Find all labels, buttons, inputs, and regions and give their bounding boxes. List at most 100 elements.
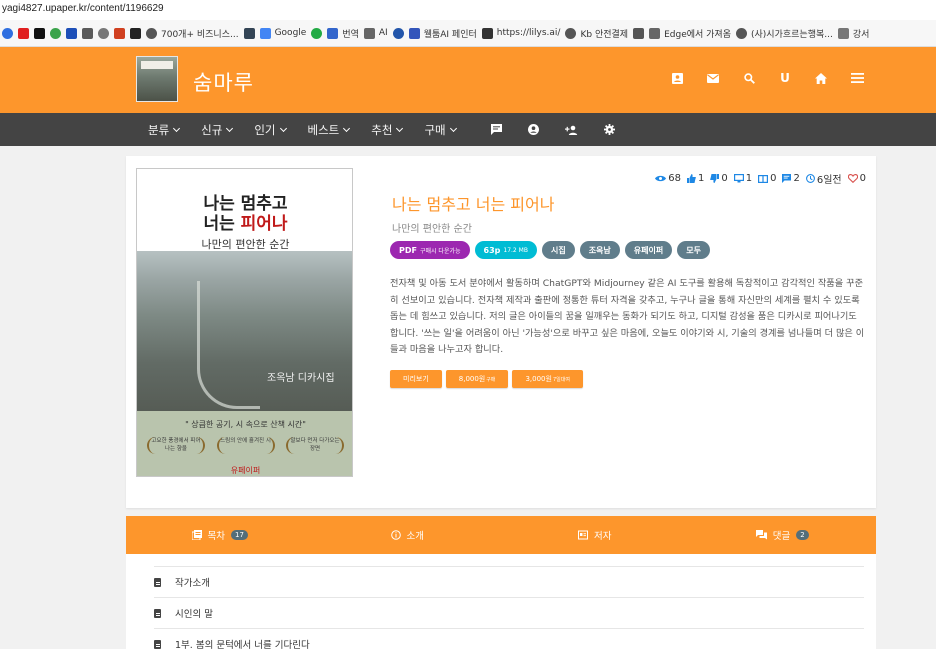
bookmark-item[interactable] — [2, 27, 13, 39]
bookmark-item[interactable]: 번역 — [327, 27, 359, 40]
book-cover[interactable]: 나는 멈추고 너는 피어나 나만의 편안한 순간 조옥남 디카시집 " 상큼한 … — [136, 168, 353, 477]
tab-intro[interactable]: 소개 — [314, 516, 502, 554]
nav-item-new[interactable]: 신규 — [201, 122, 234, 138]
settings-icon[interactable] — [603, 124, 615, 135]
views-count: 68 — [668, 173, 681, 184]
hearts-stat[interactable]: 0 — [847, 173, 866, 184]
bookmark-item[interactable] — [243, 27, 255, 39]
account-box-icon[interactable] — [670, 71, 684, 85]
book-tags: PDF 구매시 다운가능 63p 17.2 MB 시집 조옥남 유페이퍼 모두 — [390, 241, 710, 259]
mail-icon[interactable] — [706, 71, 720, 85]
bookmark-favicon-icon — [243, 27, 255, 39]
dislikes-stat[interactable]: 0 — [710, 173, 728, 184]
bookmark-item[interactable] — [98, 27, 109, 39]
tag-pdf[interactable]: PDF 구매시 다운가능 — [390, 241, 470, 259]
cover-publisher: 유페이퍼 — [230, 466, 261, 475]
toc-list: 작가소개 시인의 말 1부. 봄의 문턱에서 너를 기다린다 — [126, 554, 876, 649]
eye-icon — [655, 175, 667, 182]
nav-item-best[interactable]: 베스트 — [307, 122, 351, 138]
bookmark-item[interactable]: Kb 안전결제 — [565, 27, 628, 40]
tag-audience[interactable]: 모두 — [677, 241, 710, 259]
bookmark-favicon-icon — [82, 27, 93, 39]
bookmark-item[interactable] — [633, 27, 645, 39]
menu-icon[interactable] — [850, 71, 864, 85]
books-count: 0 — [770, 173, 777, 184]
bookmark-item[interactable] — [66, 27, 77, 39]
tab-toc[interactable]: 목차 17 — [126, 516, 314, 554]
tab-author[interactable]: 저자 — [501, 516, 689, 554]
address-bar[interactable]: yagi4827.upaper.kr/content/1196629 — [0, 0, 936, 20]
buy-button[interactable]: 8,000원 구매 — [445, 370, 509, 388]
bookmark-item[interactable]: AI — [363, 27, 388, 39]
document-icon — [154, 639, 161, 649]
laurel-badge: 고요한 풍경에서 피어나는 향울 — [147, 437, 205, 455]
bookmark-favicon-icon — [311, 27, 323, 39]
toc-item[interactable]: 시인의 말 — [154, 597, 864, 628]
toc-item[interactable]: 1부. 봄의 문턱에서 너를 기다린다 — [154, 628, 864, 649]
thumbs-down-icon — [710, 174, 720, 183]
bookmark-item[interactable] — [114, 27, 125, 39]
tab-badge: 17 — [231, 530, 248, 540]
bookmark-favicon-icon — [259, 27, 271, 39]
nav-item-category[interactable]: 분류 — [148, 122, 181, 138]
tag-pages-label: 63p — [483, 245, 501, 255]
tab-badge: 2 — [796, 530, 809, 540]
comments-stat: 2 — [782, 173, 800, 184]
chevron-down-icon — [173, 124, 181, 132]
nav-item-popular[interactable]: 인기 — [254, 122, 287, 138]
site-logo[interactable] — [136, 56, 178, 102]
bookmark-favicon-icon — [327, 27, 339, 39]
search-icon[interactable] — [742, 71, 756, 85]
comments-count: 2 — [793, 173, 800, 184]
tag-author[interactable]: 조옥남 — [579, 241, 620, 259]
bookmark-item[interactable] — [34, 27, 45, 39]
tag-genre[interactable]: 시집 — [541, 241, 575, 259]
screens-stat: 1 — [733, 173, 753, 184]
bookmark-item[interactable]: (사)시가흐르는행복... — [736, 27, 833, 40]
add-user-icon[interactable] — [564, 125, 578, 135]
nav-label: 분류 — [148, 122, 170, 137]
bookmark-item[interactable]: 강서 — [837, 27, 869, 40]
bookmark-item[interactable]: 웰툼AI 페인터 — [408, 27, 477, 40]
thumbs-up-icon — [686, 174, 696, 183]
bookmark-item[interactable]: 700개+ 비즈니스... — [146, 27, 239, 40]
book-open-icon — [758, 174, 769, 183]
toc-item[interactable]: 작가소개 — [154, 566, 864, 597]
bookmark-favicon-icon — [633, 27, 645, 39]
bookmark-item[interactable] — [50, 27, 61, 39]
user-circle-icon[interactable] — [527, 124, 539, 135]
tab-comments[interactable]: 댓글 2 — [689, 516, 877, 554]
monitor-icon — [733, 174, 744, 183]
chat-icon[interactable] — [490, 124, 502, 135]
nav-label: 추천 — [371, 122, 393, 137]
bookmark-favicon-icon — [34, 27, 45, 39]
bookmark-item[interactable]: Edge에서 가져옴 — [649, 27, 731, 40]
bookmark-item[interactable] — [18, 27, 29, 39]
bookmark-item[interactable] — [130, 27, 141, 39]
tag-pages: 63p 17.2 MB — [474, 241, 537, 259]
bookmark-favicon-icon — [837, 27, 849, 39]
bookmark-favicon-icon — [649, 27, 661, 39]
bookmark-item[interactable]: https://lilys.ai/ — [481, 27, 560, 39]
nav-label: 신규 — [201, 122, 223, 137]
bookmark-label: 번역 — [342, 29, 359, 40]
bookmark-label: Google — [274, 28, 307, 38]
bookmark-item[interactable] — [311, 27, 323, 39]
preview-button[interactable]: 미리보기 — [390, 370, 442, 388]
nav-item-purchase[interactable]: 구매 — [424, 122, 457, 138]
bookmark-item[interactable] — [82, 27, 93, 39]
nav-item-recommend[interactable]: 추천 — [371, 122, 404, 138]
bookmark-item[interactable]: Google — [259, 27, 307, 39]
home-icon[interactable] — [814, 71, 828, 85]
bookmark-item[interactable] — [392, 27, 404, 39]
document-icon — [154, 577, 161, 587]
screens-count: 1 — [745, 173, 753, 184]
likes-stat[interactable]: 1 — [686, 173, 704, 184]
cover-photo — [137, 251, 352, 411]
rent-button[interactable]: 3,000원 7일대여 — [512, 370, 583, 388]
tag-publisher[interactable]: 유페이퍼 — [624, 241, 673, 259]
date-stat: 6일전 — [805, 171, 842, 186]
user-initial-icon[interactable]: U — [778, 71, 792, 85]
nav-label: 베스트 — [307, 122, 340, 137]
site-name[interactable]: 숨마루 — [193, 67, 254, 97]
